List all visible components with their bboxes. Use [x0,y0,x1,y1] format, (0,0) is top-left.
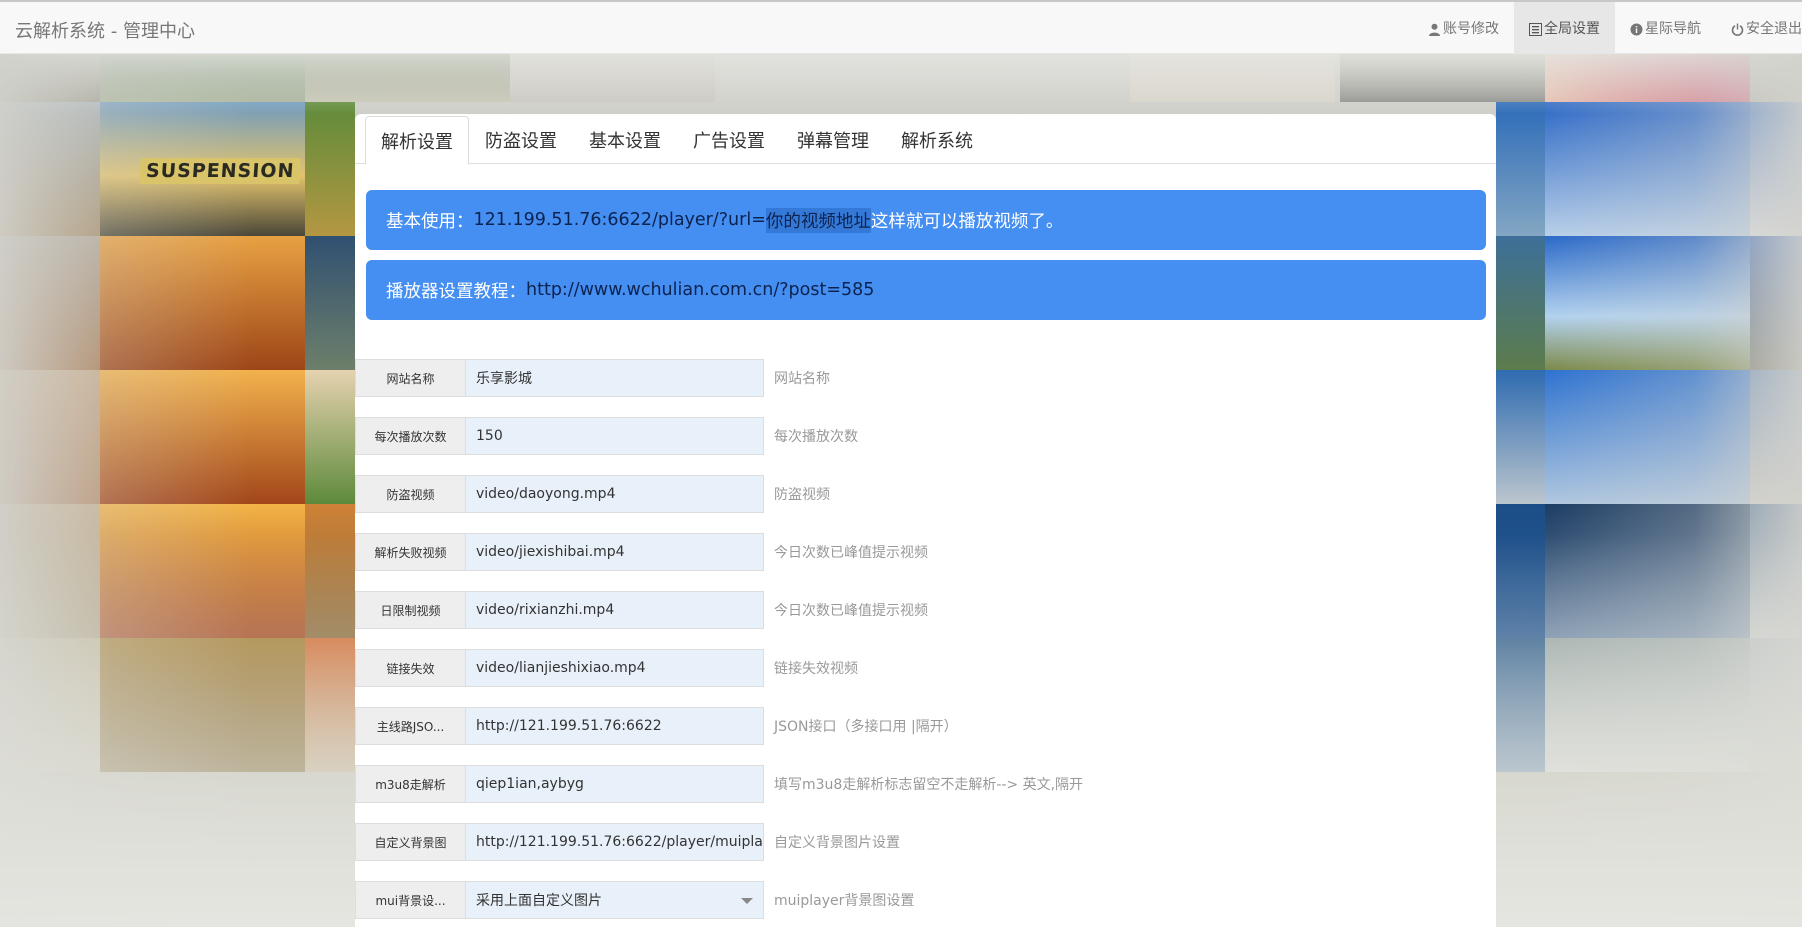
field-label: 日限制视频 [355,591,465,629]
navbar-menu: 账号修改 全局设置 星际导航 安全退出 [1413,2,1802,54]
tab-danmaku-management[interactable]: 弹幕管理 [781,116,885,164]
field-help-text: JSON接口（多接口用 |隔开） [774,719,958,735]
form-row: mui背景设... 采用上面自定义图片 muiplayer背景图设置 [355,881,914,919]
nav-global-settings[interactable]: 全局设置 [1514,2,1615,54]
form-row: 防盗视频 video/daoyong.mp4 防盗视频 [355,475,830,513]
user-icon [1429,23,1440,36]
nav-item-label: 账号修改 [1443,21,1499,37]
field-help-text: 自定义背景图片设置 [774,835,900,851]
usage-placeholder: 你的视频地址 [765,207,871,233]
field-input[interactable]: qiep1ian,aybyg [465,765,764,803]
brand-title[interactable]: 云解析系统 - 管理中心 [15,17,195,43]
form-row: 日限制视频 video/rixianzhi.mp4 今日次数已峰值提示视频 [355,591,928,629]
form-row: m3u8走解析 qiep1ian,aybyg 填写m3u8走解析标志留空不走解析--… [355,765,1083,803]
usage-suffix: 这样就可以播放视频了。 [870,211,1064,232]
field-input[interactable]: video/jiexishibai.mp4 [465,533,764,571]
field-label: 每次播放次数 [355,417,465,455]
field-input[interactable]: video/lianjieshixiao.mp4 [465,649,764,687]
form-row: 链接失效 video/lianjieshixiao.mp4 链接失效视频 [355,649,858,687]
nav-logout[interactable]: 安全退出 [1716,2,1802,54]
field-help-text: 填写m3u8走解析标志留空不走解析--> 英文,隔开 [774,777,1084,793]
field-help-text: 网站名称 [774,371,830,387]
form-row: 主线路JSO... http://121.199.51.76:6622 JSON接口… [355,707,958,745]
tab-parse-settings[interactable]: 解析设置 [365,116,469,165]
tutorial-alert: 播放器设置教程： http://www.wchulian.com.cn/?post… [366,260,1486,320]
form-row: 每次播放次数 150 每次播放次数 [355,417,858,455]
field-label: m3u8走解析 [355,765,465,803]
list-icon [1529,22,1542,36]
tab-parse-system[interactable]: 解析系统 [885,116,989,164]
field-label: 网站名称 [355,359,465,397]
nav-star-navigation[interactable]: 星际导航 [1615,2,1716,54]
top-navbar: 云解析系统 - 管理中心 账号修改 全局设置 星际导航 安全退出 [0,0,1802,54]
field-label: 主线路JSO... [355,707,465,745]
field-label: mui背景设... [355,881,465,919]
field-label: 防盗视频 [355,475,465,513]
field-help-text: 链接失效视频 [774,661,858,677]
field-input[interactable]: video/rixianzhi.mp4 [465,591,764,629]
field-help-text: 防盗视频 [774,487,830,503]
suspension-sign: SUSPENSION [139,158,302,184]
field-label: 链接失效 [355,649,465,687]
usage-alert: 基本使用： 121.199.51.76:6622/player/?url= 你的视频… [366,190,1486,250]
nav-account-edit[interactable]: 账号修改 [1413,2,1514,54]
field-input[interactable]: http://121.199.51.76:6622/player/muiplay… [465,823,764,861]
nav-item-label: 星际导航 [1645,21,1701,37]
field-help-text: 今日次数已峰值提示视频 [774,545,928,561]
field-input[interactable]: 乐享影城 [465,359,764,397]
field-help-text: 今日次数已峰值提示视频 [774,603,928,619]
field-label: 自定义背景图 [355,823,465,861]
field-help-text: 每次播放次数 [774,429,858,445]
tab-basic-settings[interactable]: 基本设置 [573,116,677,164]
info-circle-icon [1630,23,1643,35]
field-input[interactable]: video/daoyong.mp4 [465,475,764,513]
field-label: 解析失败视频 [355,533,465,571]
nav-item-label: 安全退出 [1746,21,1802,37]
tutorial-prefix: 播放器设置教程： [386,281,526,302]
field-help-text: muiplayer背景图设置 [774,893,915,909]
tab-anti-theft-settings[interactable]: 防盗设置 [469,116,573,164]
settings-tabs: 解析设置 防盗设置 基本设置 广告设置 弹幕管理 解析系统 [355,114,1496,165]
form-row: 网站名称 乐享影城 网站名称 [355,359,830,397]
form-row: 解析失败视频 video/jiexishibai.mp4 今日次数已峰值提示视频 [355,533,928,571]
tab-ad-settings[interactable]: 广告设置 [677,116,781,164]
usage-url: 121.199.51.76:6622/player/?url= [473,210,766,230]
usage-prefix: 基本使用： [386,211,474,232]
nav-item-label: 全局设置 [1544,21,1600,37]
form-row: 自定义背景图 http://121.199.51.76:6622/player/m… [355,823,900,861]
tutorial-link[interactable]: http://www.wchulian.com.cn/?post=585 [526,280,874,300]
field-select[interactable]: 采用上面自定义图片 [465,881,764,919]
field-input[interactable]: 150 [465,417,764,455]
power-icon [1731,23,1744,36]
field-input[interactable]: http://121.199.51.76:6622 [465,707,764,745]
settings-panel: 解析设置 防盗设置 基本设置 广告设置 弹幕管理 解析系统 基本使用： 121.1… [355,114,1496,927]
